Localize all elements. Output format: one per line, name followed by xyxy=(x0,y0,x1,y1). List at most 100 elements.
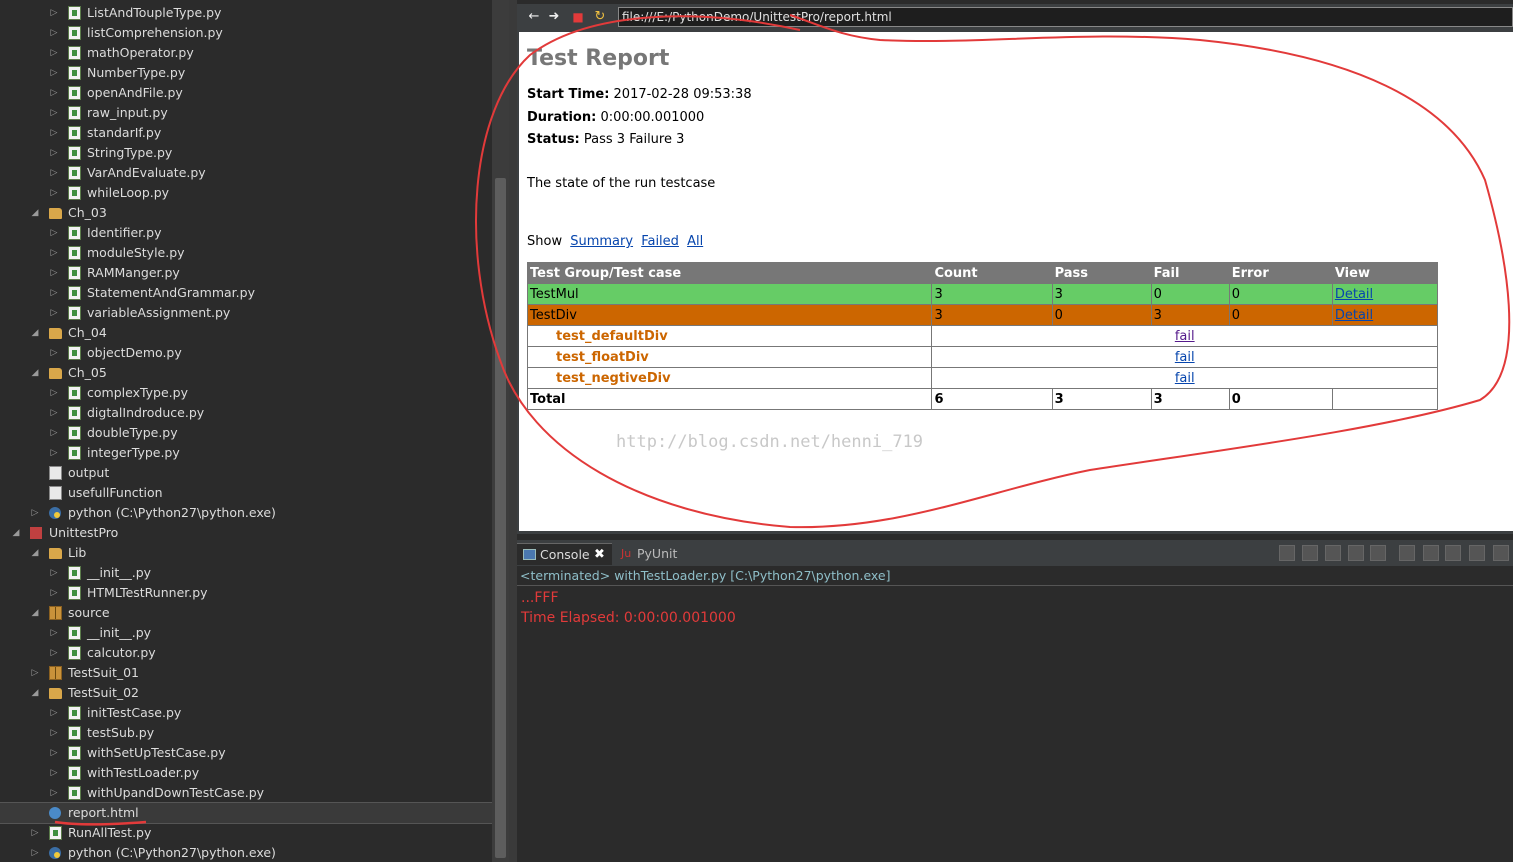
tree-item[interactable]: ◢ Ch_04 xyxy=(0,323,492,343)
detail-link[interactable]: Detail xyxy=(1335,308,1373,323)
stop-icon[interactable]: ■ xyxy=(569,8,587,26)
url-input[interactable]: file:///E:/PythonDemo/UnittestPro/report… xyxy=(618,7,1513,27)
panel-splitter[interactable] xyxy=(509,0,517,862)
expanded-arrow-icon[interactable]: ◢ xyxy=(29,683,41,703)
tree-item[interactable]: ▷ initTestCase.py xyxy=(0,703,492,723)
collapsed-arrow-icon[interactable]: ▷ xyxy=(48,63,60,83)
clear-console-icon[interactable] xyxy=(1370,545,1386,561)
collapsed-arrow-icon[interactable]: ▷ xyxy=(48,243,60,263)
show-failed-link[interactable]: Failed xyxy=(641,234,679,249)
collapsed-arrow-icon[interactable]: ▷ xyxy=(48,143,60,163)
collapsed-arrow-icon[interactable]: ▷ xyxy=(48,763,60,783)
case-result-link[interactable]: fail xyxy=(1175,350,1195,365)
tree-item[interactable]: ▷ withUpandDownTestCase.py xyxy=(0,783,492,803)
tree-item[interactable]: ▷ whileLoop.py xyxy=(0,183,492,203)
collapsed-arrow-icon[interactable]: ▷ xyxy=(48,423,60,443)
detail-link[interactable]: Detail xyxy=(1335,287,1373,302)
tree-item[interactable]: ▷ __init__.py xyxy=(0,563,492,583)
collapsed-arrow-icon[interactable]: ▷ xyxy=(48,123,60,143)
tree-item[interactable]: ▷ python (C:\Python27\python.exe) xyxy=(0,843,492,862)
tree-item[interactable]: ◢ Ch_03 xyxy=(0,203,492,223)
collapsed-arrow-icon[interactable]: ▷ xyxy=(48,83,60,103)
tree-item[interactable]: ▷ openAndFile.py xyxy=(0,83,492,103)
tree-item[interactable]: ▷ VarAndEvaluate.py xyxy=(0,163,492,183)
tree-item[interactable]: report.html xyxy=(0,802,492,824)
collapsed-arrow-icon[interactable]: ▷ xyxy=(48,163,60,183)
collapsed-arrow-icon[interactable]: ▷ xyxy=(48,743,60,763)
explorer-scrollbar-thumb[interactable] xyxy=(495,178,506,858)
close-icon[interactable]: ✖ xyxy=(594,544,605,565)
tree-item[interactable]: ▷ moduleStyle.py xyxy=(0,243,492,263)
expanded-arrow-icon[interactable]: ◢ xyxy=(29,603,41,623)
tree-item[interactable]: ▷ ListAndToupleType.py xyxy=(0,3,492,23)
collapsed-arrow-icon[interactable]: ▷ xyxy=(48,723,60,743)
back-icon[interactable]: ← xyxy=(525,8,543,26)
collapsed-arrow-icon[interactable]: ▷ xyxy=(48,303,60,323)
collapsed-arrow-icon[interactable]: ▷ xyxy=(48,443,60,463)
tree-item[interactable]: ▷ withTestLoader.py xyxy=(0,763,492,783)
collapsed-arrow-icon[interactable]: ▷ xyxy=(29,503,41,523)
tree-item[interactable]: ▷ HTMLTestRunner.py xyxy=(0,583,492,603)
collapsed-arrow-icon[interactable]: ▷ xyxy=(48,563,60,583)
tree-item[interactable]: ▷ RAMManger.py xyxy=(0,263,492,283)
tree-item[interactable]: usefullFunction xyxy=(0,483,492,503)
tree-item[interactable]: ▷ testSub.py xyxy=(0,723,492,743)
collapsed-arrow-icon[interactable]: ▷ xyxy=(29,823,41,843)
pin-console-icon[interactable] xyxy=(1469,545,1485,561)
refresh-icon[interactable]: ↻ xyxy=(591,8,609,26)
remove-all-icon[interactable] xyxy=(1325,545,1341,561)
tree-item[interactable]: ▷ NumberType.py xyxy=(0,63,492,83)
tree-item[interactable]: ▷ Identifier.py xyxy=(0,223,492,243)
tree-item[interactable]: ▷ RunAllTest.py xyxy=(0,823,492,843)
collapsed-arrow-icon[interactable]: ▷ xyxy=(48,103,60,123)
tree-item[interactable]: ▷ listComprehension.py xyxy=(0,23,492,43)
forward-icon[interactable]: ➜ xyxy=(545,8,563,26)
expanded-arrow-icon[interactable]: ◢ xyxy=(29,363,41,383)
tree-item[interactable]: ◢ source xyxy=(0,603,492,623)
collapsed-arrow-icon[interactable]: ▷ xyxy=(48,703,60,723)
terminate-icon[interactable] xyxy=(1279,545,1295,561)
tree-item[interactable]: ▷ python (C:\Python27\python.exe) xyxy=(0,503,492,523)
remove-launch-icon[interactable] xyxy=(1302,545,1318,561)
collapsed-arrow-icon[interactable]: ▷ xyxy=(48,263,60,283)
collapsed-arrow-icon[interactable]: ▷ xyxy=(48,583,60,603)
show-all-link[interactable]: All xyxy=(687,234,703,249)
tree-item[interactable]: ▷ digtalIndroduce.py xyxy=(0,403,492,423)
tree-item[interactable]: ◢ UnittestPro xyxy=(0,523,492,543)
tree-item[interactable]: ◢ TestSuit_02 xyxy=(0,683,492,703)
tree-item[interactable]: ◢ Lib xyxy=(0,543,492,563)
tree-item[interactable]: ▷ StatementAndGrammar.py xyxy=(0,283,492,303)
tree-item[interactable]: ◢ Ch_05 xyxy=(0,363,492,383)
collapsed-arrow-icon[interactable]: ▷ xyxy=(48,183,60,203)
open-console-icon[interactable] xyxy=(1493,545,1509,561)
tree-item[interactable]: ▷ StringType.py xyxy=(0,143,492,163)
collapsed-arrow-icon[interactable]: ▷ xyxy=(48,283,60,303)
tree-item[interactable]: ▷ TestSuit_01 xyxy=(0,663,492,683)
tab-console[interactable]: Console ✖ xyxy=(517,543,612,565)
collapsed-arrow-icon[interactable]: ▷ xyxy=(48,403,60,423)
collapsed-arrow-icon[interactable]: ▷ xyxy=(48,783,60,803)
collapsed-arrow-icon[interactable]: ▷ xyxy=(29,663,41,683)
tree-item[interactable]: output xyxy=(0,463,492,483)
tree-item[interactable]: ▷ raw_input.py xyxy=(0,103,492,123)
collapsed-arrow-icon[interactable]: ▷ xyxy=(48,43,60,63)
scroll-lock-icon[interactable] xyxy=(1399,545,1415,561)
tree-item[interactable]: ▷ integerType.py xyxy=(0,443,492,463)
tree-item[interactable]: ▷ standarIf.py xyxy=(0,123,492,143)
case-result-link[interactable]: fail xyxy=(1175,371,1195,386)
expanded-arrow-icon[interactable]: ◢ xyxy=(29,203,41,223)
tree-item[interactable]: ▷ doubleType.py xyxy=(0,423,492,443)
expanded-arrow-icon[interactable]: ◢ xyxy=(29,543,41,563)
show-summary-link[interactable]: Summary xyxy=(570,234,633,249)
collapsed-arrow-icon[interactable]: ▷ xyxy=(48,3,60,23)
collapsed-arrow-icon[interactable]: ▷ xyxy=(48,23,60,43)
collapsed-arrow-icon[interactable]: ▷ xyxy=(48,223,60,243)
tree-item[interactable]: ▷ complexType.py xyxy=(0,383,492,403)
collapsed-arrow-icon[interactable]: ▷ xyxy=(48,623,60,643)
collapsed-arrow-icon[interactable]: ▷ xyxy=(48,643,60,663)
collapsed-arrow-icon[interactable]: ▷ xyxy=(29,843,41,862)
show-on-error-icon[interactable] xyxy=(1445,545,1461,561)
collapsed-arrow-icon[interactable]: ▷ xyxy=(48,343,60,363)
expanded-arrow-icon[interactable]: ◢ xyxy=(10,523,22,543)
tree-item[interactable]: ▷ calcutor.py xyxy=(0,643,492,663)
